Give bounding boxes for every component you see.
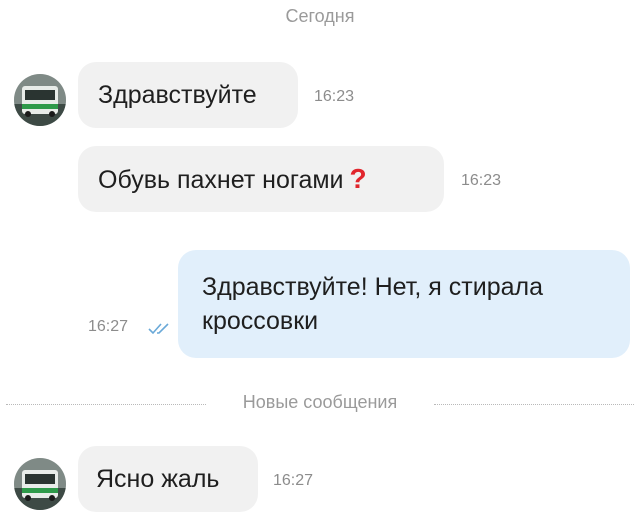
bus-photo-icon [14, 458, 66, 510]
incoming-message[interactable]: Ясно жаль [78, 446, 258, 512]
outgoing-message[interactable]: Здравствуйте! Нет, я стирала кроссовки [178, 250, 630, 358]
new-messages-label: Новые сообщения [242, 392, 398, 412]
red-question-mark-icon: ? [349, 163, 367, 194]
message-time: 16:27 [273, 472, 314, 489]
message-text: Ясно жаль [96, 465, 220, 493]
message-text-line: Здравствуйте! Нет, я стирала [202, 273, 544, 301]
message-text-line: кроссовки [202, 307, 319, 335]
incoming-message[interactable]: Обувь пахнет ногами? [78, 146, 444, 212]
message-text: Здравствуйте [98, 81, 257, 109]
date-separator: Сегодня [285, 6, 355, 26]
incoming-message[interactable]: Здравствуйте [78, 62, 298, 128]
divider [434, 404, 634, 405]
contact-avatar[interactable] [14, 458, 66, 510]
message-time: 16:23 [314, 88, 355, 105]
read-double-check-icon [148, 323, 169, 335]
bus-photo-icon [14, 74, 66, 126]
new-messages-separator: Новые сообщения [0, 392, 640, 416]
message-text: Обувь пахнет ногами [98, 166, 344, 194]
contact-avatar[interactable] [14, 74, 66, 126]
message-time: 16:23 [461, 172, 502, 189]
message-time: 16:27 [88, 318, 129, 335]
